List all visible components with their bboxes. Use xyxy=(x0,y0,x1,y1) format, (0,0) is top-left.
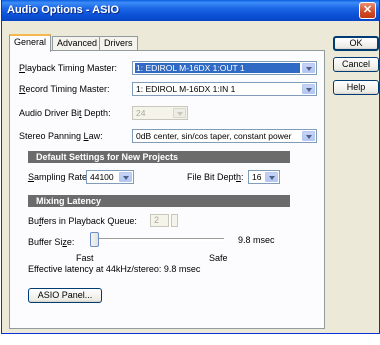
buffer-size-track[interactable] xyxy=(94,238,224,241)
buffer-size-slider-thumb[interactable] xyxy=(90,232,99,247)
buffers-spin-input[interactable]: 2 xyxy=(150,214,169,227)
window-title: Audio Options - ASIO xyxy=(7,4,120,16)
help-button[interactable]: Help xyxy=(333,80,379,95)
close-icon[interactable]: ✕ xyxy=(359,2,376,19)
buffers-label: Buffers in Playback Queue: xyxy=(28,216,137,226)
audio-options-dialog: Audio Options - ASIO ✕ General Advanced … xyxy=(1,0,380,334)
fast-label: Fast xyxy=(76,253,94,263)
chevron-down-icon[interactable] xyxy=(173,108,186,118)
tab-advanced[interactable]: Advanced xyxy=(52,36,103,51)
general-panel: Playback Timing Master: 1: EDIROL M-16DX… xyxy=(9,50,325,329)
asio-panel-button[interactable]: ASIO Panel... xyxy=(28,288,102,303)
file-bit-depth-select[interactable]: 16 xyxy=(248,170,280,184)
sampling-rate-select[interactable]: 44100 xyxy=(86,170,134,184)
effective-latency-text: Effective latency at 44kHz/stereo: 9.8 m… xyxy=(28,264,201,274)
bit-depth-label: Audio Driver Bit Depth: xyxy=(19,108,111,118)
cancel-button[interactable]: Cancel xyxy=(333,57,379,72)
chevron-down-icon[interactable] xyxy=(119,172,132,182)
playback-master-select[interactable]: 1: EDIROL M-16DX 1:OUT 1 xyxy=(132,61,317,75)
sampling-rate-label: Sampling Rate: xyxy=(28,172,90,182)
default-settings-header: Default Settings for New Projects xyxy=(28,151,290,163)
chevron-down-icon[interactable] xyxy=(302,63,315,73)
spin-arrows-icon[interactable] xyxy=(171,214,178,227)
bit-depth-select[interactable]: 24 xyxy=(132,106,188,120)
record-master-select[interactable]: 1: EDIROL M-16DX 1:IN 1 xyxy=(132,82,317,96)
safe-label: Safe xyxy=(209,253,228,263)
buffer-size-label: Buffer Size: xyxy=(28,237,75,247)
title-bar[interactable]: Audio Options - ASIO ✕ xyxy=(2,0,379,21)
chevron-down-icon[interactable] xyxy=(302,84,315,94)
file-bit-depth-label: File Bit Depth: xyxy=(187,172,244,182)
record-master-label: Record Timing Master: xyxy=(19,84,110,94)
ok-button[interactable]: OK xyxy=(333,36,379,51)
panning-law-label: Stereo Panning Law: xyxy=(19,131,103,141)
tab-drivers[interactable]: Drivers xyxy=(99,36,138,51)
panning-law-select[interactable]: 0dB center, sin/cos taper, constant powe… xyxy=(132,129,317,143)
buffer-size-value: 9.8 msec xyxy=(238,235,275,245)
playback-master-label: Playback Timing Master: xyxy=(19,63,118,73)
chevron-down-icon[interactable] xyxy=(265,172,278,182)
mixing-latency-header: Mixing Latency xyxy=(28,195,290,207)
chevron-down-icon[interactable] xyxy=(302,131,315,141)
tab-general[interactable]: General xyxy=(9,34,52,52)
